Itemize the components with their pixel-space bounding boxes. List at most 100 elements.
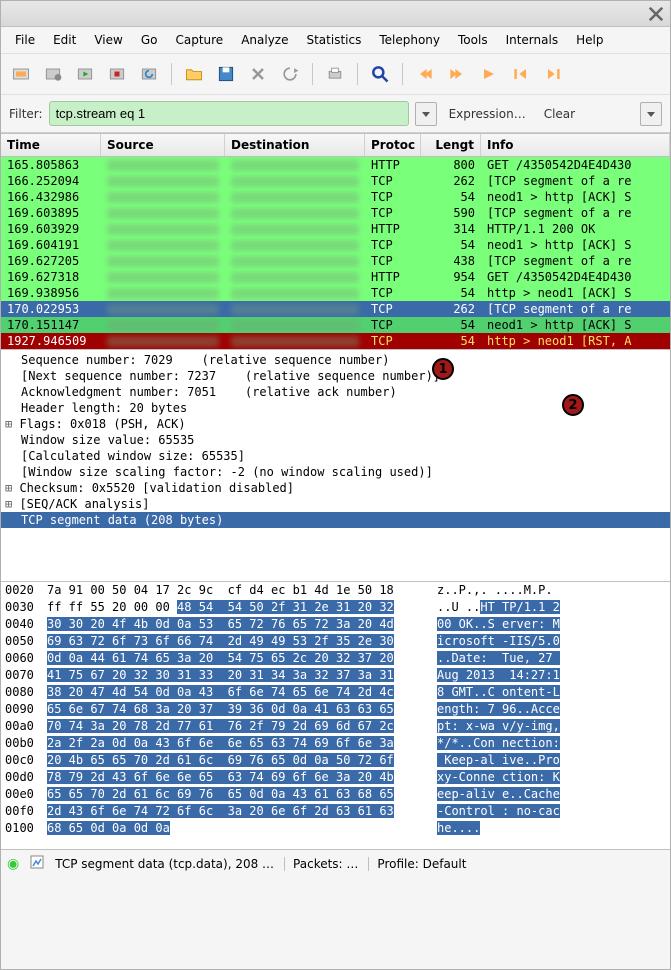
detail-line[interactable]: Window size value: 65535 [1,432,670,448]
packet-row[interactable]: 165.805863HTTP800GET /4350542D4E4D430 [1,157,670,173]
hex-row[interactable]: 008038 20 47 4d 54 0d 0a 43 6f 6e 74 65 … [1,684,670,701]
save-file-icon[interactable] [212,60,240,88]
go-last-icon[interactable] [539,60,567,88]
column-length[interactable]: Lengt [421,134,481,156]
packet-row[interactable]: 169.603895TCP590[TCP segment of a re [1,205,670,221]
print-icon[interactable] [321,60,349,88]
menu-internals[interactable]: Internals [498,29,567,51]
hex-row[interactable]: 0030ff ff 55 20 00 00 48 54 54 50 2f 31 … [1,599,670,616]
cell-time: 169.603895 [1,205,101,221]
hex-ascii: ..Date: Tue, 27 [437,650,607,667]
detail-line[interactable]: [Window size scaling factor: -2 (no wind… [1,464,670,480]
cell-length: 262 [421,301,481,317]
hex-offset: 0100 [1,820,47,837]
packet-row[interactable]: 169.627205TCP438[TCP segment of a re [1,253,670,269]
packet-row[interactable]: 170.022953TCP262[TCP segment of a re [1,301,670,317]
menu-statistics[interactable]: Statistics [298,29,369,51]
clear-button[interactable]: Clear [538,105,581,123]
reload-icon[interactable] [276,60,304,88]
detail-line[interactable]: Flags: 0x018 (PSH, ACK) [1,416,670,432]
cell-source [101,285,225,301]
detail-line[interactable]: [Calculated window size: 65535] [1,448,670,464]
packet-row[interactable]: 169.604191TCP54neod1 > http [ACK] S [1,237,670,253]
hex-row[interactable]: 007041 75 67 20 32 30 31 33 20 31 34 3a … [1,667,670,684]
filter-input[interactable] [49,101,409,126]
menu-telephony[interactable]: Telephony [371,29,448,51]
column-source[interactable]: Source [101,134,225,156]
hex-row[interactable]: 00207a 91 00 50 04 17 2c 9c cf d4 ec b1 … [1,582,670,599]
packet-row[interactable]: 170.151147TCP54neod1 > http [ACK] S [1,317,670,333]
column-destination[interactable]: Destination [225,134,365,156]
go-back-icon[interactable] [411,60,439,88]
stop-capture-icon[interactable] [103,60,131,88]
hex-row[interactable]: 00f02d 43 6f 6e 74 72 6f 6c 3a 20 6e 6f … [1,803,670,820]
detail-line[interactable]: TCP segment data (208 bytes) [1,512,670,528]
hex-row[interactable]: 00d078 79 2d 43 6f 6e 6e 65 63 74 69 6f … [1,769,670,786]
hex-row[interactable]: 00600d 0a 44 61 74 65 3a 20 54 75 65 2c … [1,650,670,667]
hex-row[interactable]: 009065 6e 67 74 68 3a 20 37 39 36 0d 0a … [1,701,670,718]
filter-more-dropdown[interactable] [640,102,662,126]
start-capture-icon[interactable] [71,60,99,88]
expression-button[interactable]: Expression… [443,105,532,123]
cell-destination [225,221,365,237]
cell-source [101,173,225,189]
hex-row[interactable]: 00e065 65 70 2d 61 6c 69 76 65 0d 0a 43 … [1,786,670,803]
go-to-icon[interactable] [475,60,503,88]
cell-length: 262 [421,173,481,189]
restart-capture-icon[interactable] [135,60,163,88]
detail-line[interactable]: [Next sequence number: 7237 (relative se… [1,368,670,384]
cell-time: 169.627205 [1,253,101,269]
hex-row[interactable]: 005069 63 72 6f 73 6f 66 74 2d 49 49 53 … [1,633,670,650]
detail-line[interactable]: Sequence number: 7029 (relative sequence… [1,352,670,368]
menu-file[interactable]: File [7,29,43,51]
column-info[interactable]: Info [481,134,670,156]
find-icon[interactable] [366,60,394,88]
menu-view[interactable]: View [86,29,130,51]
column-time[interactable]: Time [1,134,101,156]
menu-go[interactable]: Go [133,29,166,51]
go-first-icon[interactable] [507,60,535,88]
hex-row[interactable]: 004030 30 20 4f 4b 0d 0a 53 65 72 76 65 … [1,616,670,633]
hex-bytes: 7a 91 00 50 04 17 2c 9c cf d4 ec b1 4d 1… [47,582,437,599]
packet-row[interactable]: 169.603929HTTP314HTTP/1.1 200 OK [1,221,670,237]
hex-row[interactable]: 00a070 74 3a 20 78 2d 77 61 76 2f 79 2d … [1,718,670,735]
close-file-icon[interactable] [244,60,272,88]
status-bullet-icon[interactable]: ◉ [7,856,19,872]
packet-bytes-pane[interactable]: 00207a 91 00 50 04 17 2c 9c cf d4 ec b1 … [1,582,670,850]
cell-time: 166.432986 [1,189,101,205]
menu-analyze[interactable]: Analyze [233,29,296,51]
capture-options-icon[interactable] [39,60,67,88]
packet-details-pane[interactable]: Sequence number: 7029 (relative sequence… [1,350,670,582]
packet-row[interactable]: 169.627318HTTP954GET /4350542D4E4D430 [1,269,670,285]
filter-dropdown-button[interactable] [415,102,437,126]
column-protocol[interactable]: Protoc [365,134,421,156]
hex-bytes: 38 20 47 4d 54 0d 0a 43 6f 6e 74 65 6e 7… [47,684,437,701]
menu-tools[interactable]: Tools [450,29,496,51]
packet-row[interactable]: 1927.946509TCP54http > neod1 [RST, A [1,333,670,349]
cell-protocol: TCP [365,237,421,253]
hex-row[interactable]: 010068 65 0d 0a 0d 0ahe.... [1,820,670,837]
menu-capture[interactable]: Capture [167,29,231,51]
cell-destination [225,157,365,173]
window-close-button[interactable] [646,4,666,24]
open-file-icon[interactable] [180,60,208,88]
hex-row[interactable]: 00b02a 2f 2a 0d 0a 43 6f 6e 6e 65 63 74 … [1,735,670,752]
cell-source [101,205,225,221]
detail-line[interactable]: Checksum: 0x5520 [validation disabled] [1,480,670,496]
packet-row[interactable]: 169.938956TCP54http > neod1 [ACK] S [1,285,670,301]
packet-row[interactable]: 166.432986TCP54neod1 > http [ACK] S [1,189,670,205]
cell-source [101,221,225,237]
menu-edit[interactable]: Edit [45,29,84,51]
hex-bytes: 65 65 70 2d 61 6c 69 76 65 0d 0a 43 61 6… [47,786,437,803]
detail-line[interactable]: [SEQ/ACK analysis] [1,496,670,512]
hex-row[interactable]: 00c020 4b 65 65 70 2d 61 6c 69 76 65 0d … [1,752,670,769]
status-expert-icon[interactable] [29,854,45,873]
hex-offset: 0040 [1,616,47,633]
packet-row[interactable]: 166.252094TCP262[TCP segment of a re [1,173,670,189]
menu-help[interactable]: Help [568,29,611,51]
interfaces-icon[interactable] [7,60,35,88]
go-forward-icon[interactable] [443,60,471,88]
hex-offset: 0070 [1,667,47,684]
menu-bar: FileEditViewGoCaptureAnalyzeStatisticsTe… [1,27,670,54]
annotation-2: 2 [562,394,584,416]
